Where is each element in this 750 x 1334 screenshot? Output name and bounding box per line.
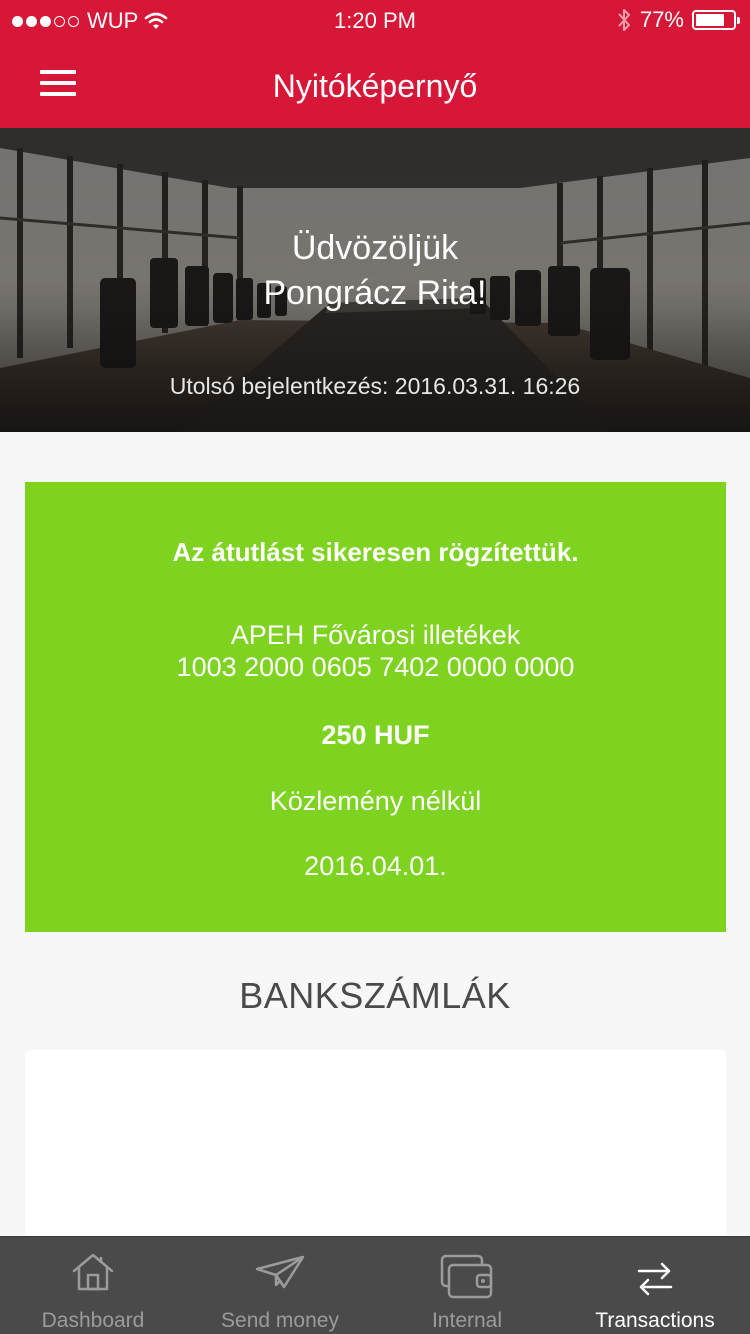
transfer-note: Közlemény nélkül: [269, 786, 482, 816]
accounts-card[interactable]: [25, 1050, 726, 1250]
greeting-line-1: Üdvözöljük: [291, 229, 459, 267]
transfer-amount: 250 HUF: [321, 720, 430, 750]
wallet-icon: [440, 1254, 493, 1299]
nav-bar: Nyitóképernyő: [0, 40, 750, 128]
paper-plane-icon: [255, 1255, 305, 1289]
tab-bar: Dashboard Send money Internal Transactio…: [0, 1236, 750, 1334]
payee-name: APEH Fővárosi illetékek: [230, 620, 521, 650]
welcome-hero: Üdvözöljük Pongrácz Rita! Utolsó bejelen…: [0, 128, 750, 432]
battery-level: [696, 14, 724, 26]
bluetooth-icon: [618, 9, 630, 31]
transfer-success-card: Az átutlást sikeresen rögzítettük. APEH …: [25, 482, 726, 932]
tab-dashboard[interactable]: Dashboard: [0, 1237, 186, 1334]
status-right: 77%: [616, 7, 740, 33]
app-header: WUP 1:20 PM 77% Nyitóképernyő: [0, 0, 750, 128]
tab-label: Dashboard: [41, 1309, 145, 1332]
tab-send-money[interactable]: Send money: [186, 1237, 374, 1334]
accounts-section-title: BANKSZÁMLÁK: [239, 975, 511, 1016]
welcome-greeting: Üdvözöljük Pongrácz Rita!: [0, 226, 750, 316]
status-bar: WUP 1:20 PM 77%: [0, 0, 750, 40]
tab-label: Transactions: [595, 1309, 715, 1332]
page-title: Nyitóképernyő: [272, 68, 478, 104]
arrows-exchange-icon: [637, 1262, 673, 1296]
home-icon: [72, 1253, 114, 1291]
tab-transactions[interactable]: Transactions: [560, 1237, 750, 1334]
last-login-text: Utolsó bejelentkezés: 2016.03.31. 16:26: [169, 373, 581, 399]
tab-label: Internal: [431, 1309, 503, 1332]
success-message: Az átutlást sikeresen rögzítettük.: [172, 537, 579, 567]
account-number: 1003 2000 0605 7402 0000 0000: [176, 652, 575, 682]
tab-internal[interactable]: Internal: [374, 1237, 560, 1334]
transfer-date: 2016.04.01.: [304, 851, 447, 881]
battery-percent: 77%: [639, 7, 684, 32]
tab-label: Send money: [221, 1309, 339, 1332]
battery-icon: [692, 10, 740, 30]
user-name: Pongrácz Rita!: [263, 274, 487, 312]
